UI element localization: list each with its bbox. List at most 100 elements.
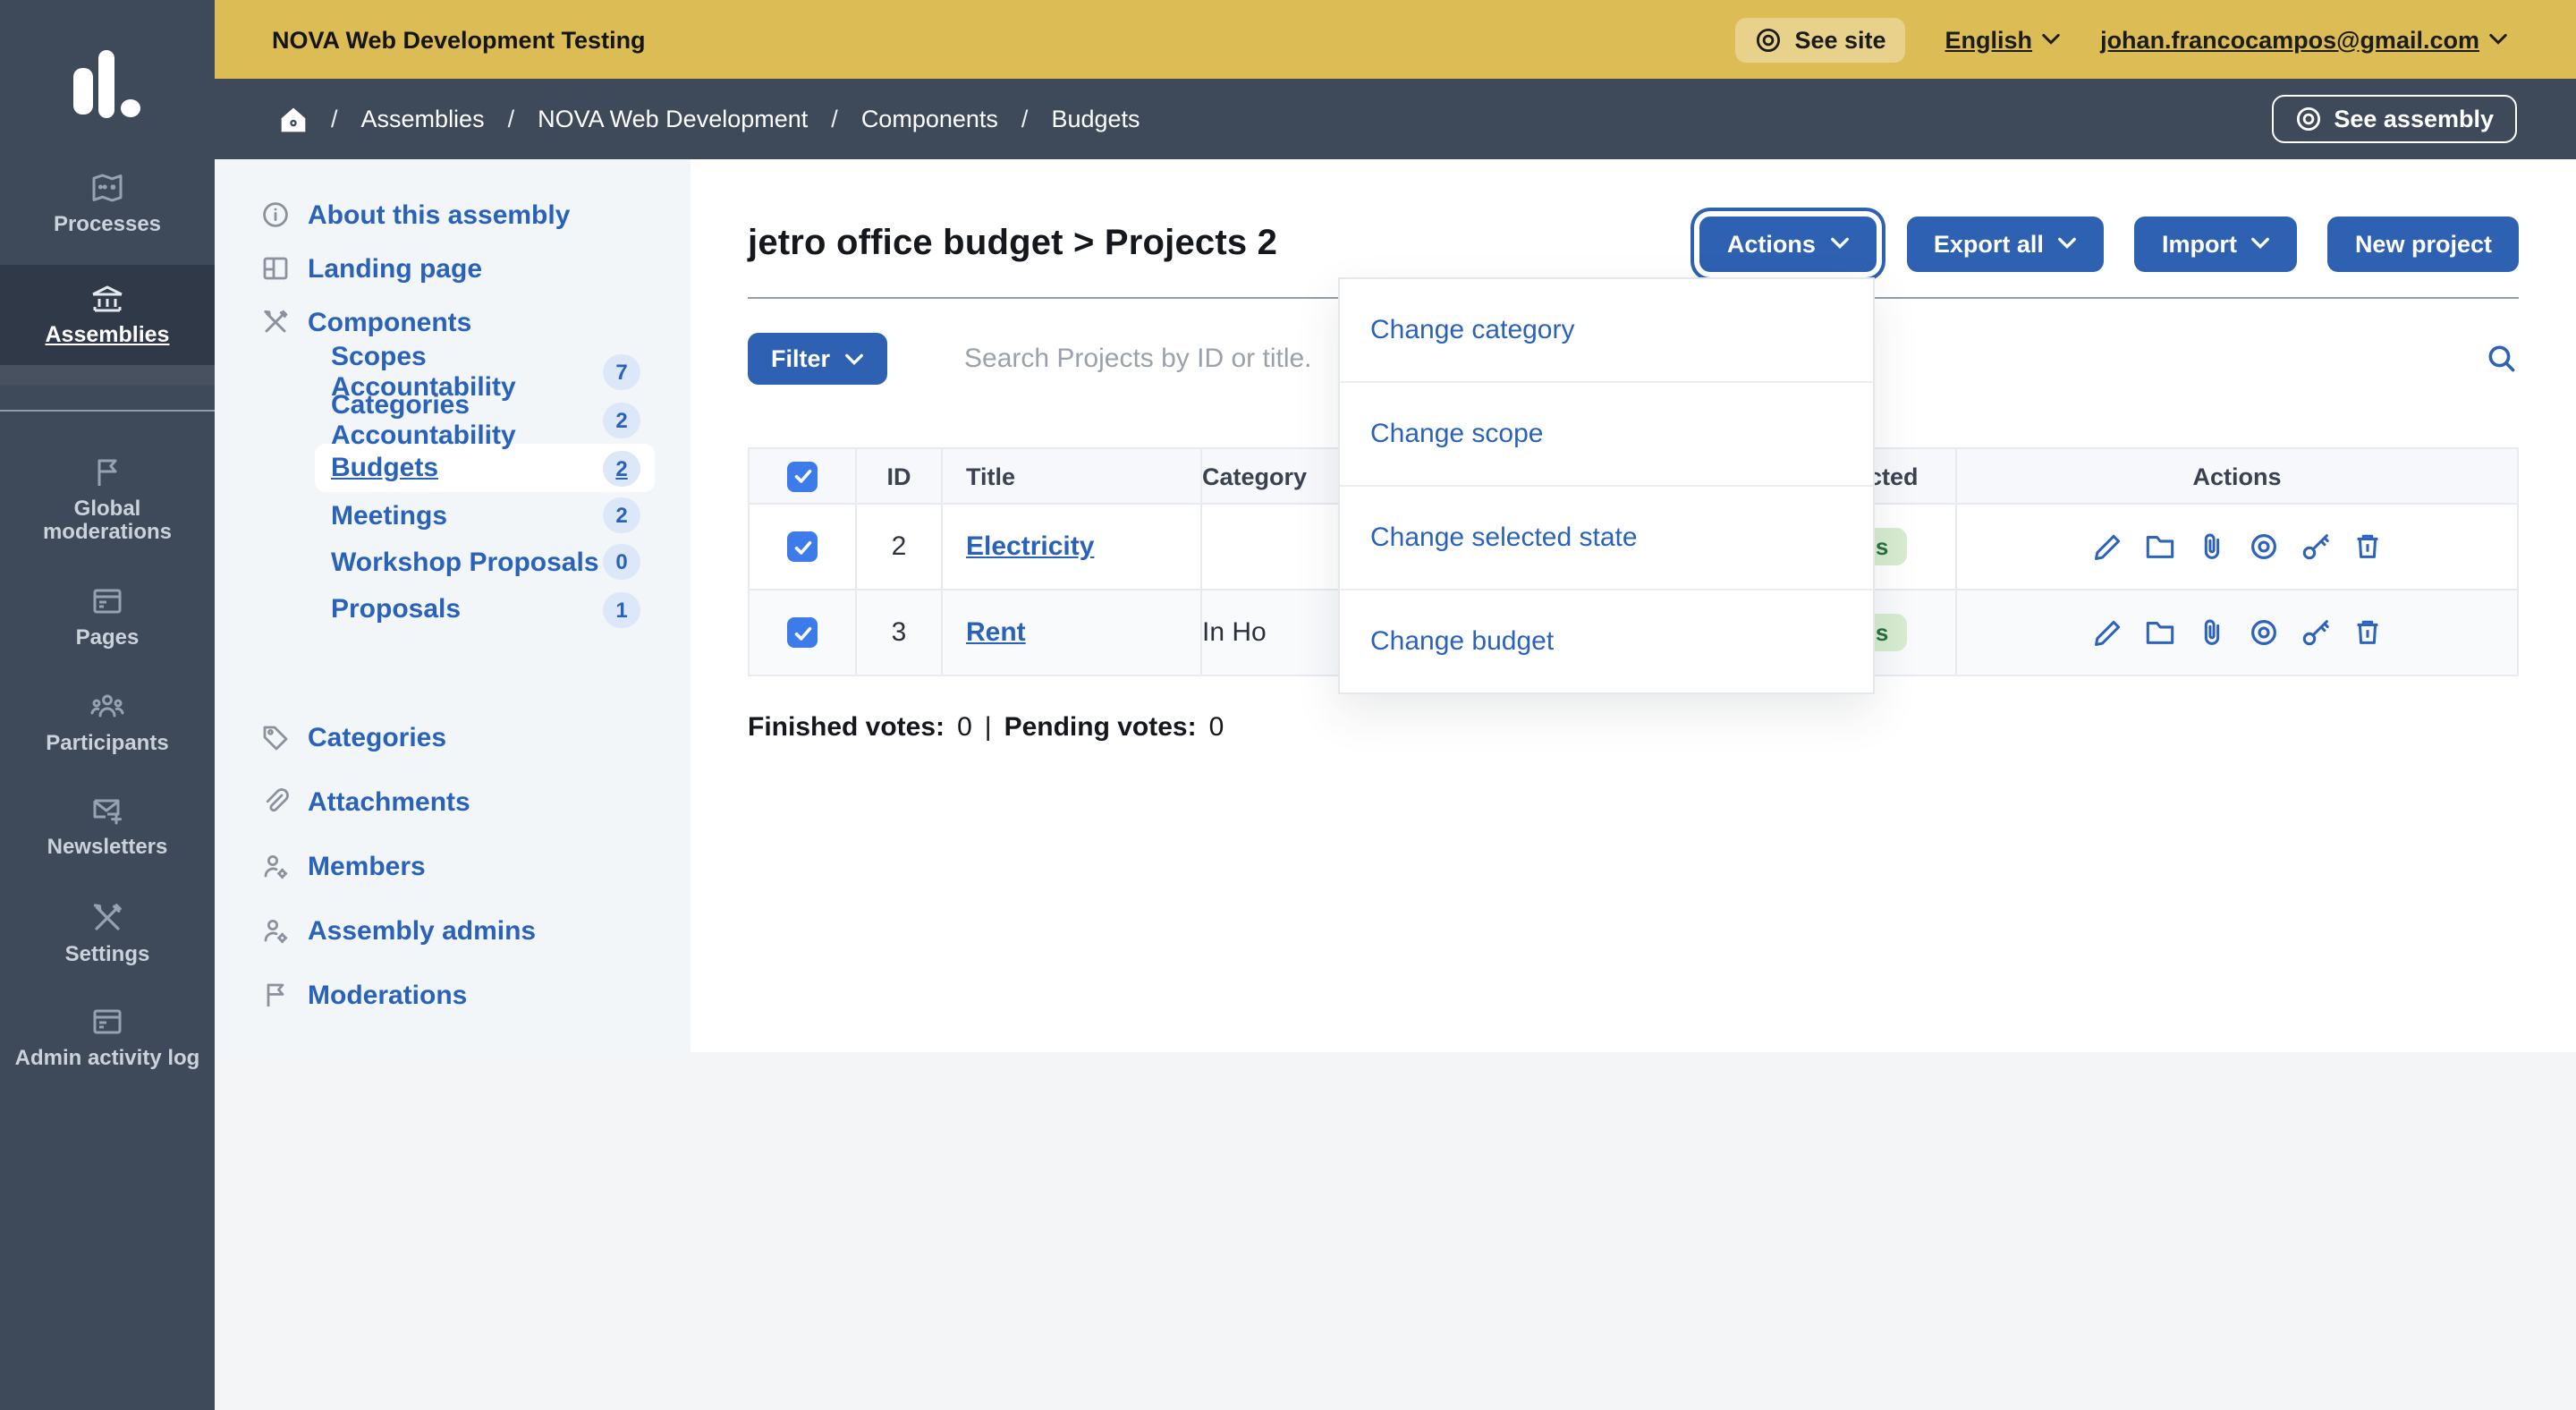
permissions-key-icon[interactable] — [2298, 530, 2332, 564]
edit-icon[interactable] — [2090, 616, 2124, 650]
count-badge: 2 — [603, 402, 640, 437]
votes-separator: | — [985, 712, 992, 743]
decidim-logo[interactable] — [72, 48, 143, 120]
menu-item-categories[interactable]: Categories — [215, 705, 691, 769]
sidebar-item-label: Newsletters — [47, 836, 168, 859]
page-title: jetro office budget > Projects 2 — [748, 223, 1277, 264]
menu-item-label: Meetings — [331, 500, 447, 531]
preview-icon[interactable] — [2246, 616, 2280, 650]
sidebar-item-label: Admin activity log — [15, 1047, 200, 1070]
count-badge: 1 — [603, 591, 640, 627]
import-button[interactable]: Import — [2135, 216, 2298, 271]
user-menu[interactable]: johan.francocampos@gmail.com — [2100, 26, 2508, 53]
paperclip-icon[interactable] — [2194, 616, 2228, 650]
search-icon[interactable] — [2485, 342, 2519, 376]
folder-icon[interactable] — [2142, 530, 2176, 564]
language-selector[interactable]: English — [1945, 26, 2062, 53]
user-email: johan.francocampos@gmail.com — [2100, 26, 2479, 53]
menu-item-about-assembly[interactable]: About this assembly — [215, 188, 691, 242]
select-all-checkbox[interactable] — [787, 461, 818, 491]
menu-item-components[interactable]: Components — [215, 295, 691, 349]
sidebar-item-assemblies[interactable]: Assemblies — [0, 265, 215, 365]
breadcrumb-item-assemblies[interactable]: Assemblies — [361, 106, 485, 132]
sidebar-divider — [0, 410, 215, 412]
menu-item-label: Budgets — [331, 453, 438, 483]
menu-item-change-category[interactable]: Change category — [1340, 279, 1873, 381]
tag-icon — [261, 723, 290, 752]
toolbar: Actions Export all Import New project — [1700, 216, 2519, 271]
menu-item-label: Proposals — [331, 594, 461, 624]
folder-icon[interactable] — [2142, 616, 2176, 650]
permissions-key-icon[interactable] — [2298, 616, 2332, 650]
delete-icon[interactable] — [2350, 530, 2384, 564]
menu-item-label: Components — [308, 307, 471, 337]
menu-item-meetings[interactable]: Meetings 2 — [215, 492, 691, 539]
menu-item-proposals[interactable]: Proposals 1 — [215, 585, 691, 633]
layout-icon — [261, 254, 290, 283]
filter-button[interactable]: Filter — [748, 333, 887, 385]
chevron-down-icon — [2488, 32, 2508, 47]
breadcrumb-separator: / — [1021, 106, 1029, 132]
chevron-down-icon — [844, 352, 864, 366]
sidebar: Processes Assemblies Global moderations — [0, 0, 215, 1410]
export-all-button[interactable]: Export all — [1907, 216, 2105, 271]
tools-icon — [261, 308, 290, 336]
edit-icon[interactable] — [2090, 530, 2124, 564]
menu-item-change-budget[interactable]: Change budget — [1340, 589, 1873, 692]
menu-item-change-selected-state[interactable]: Change selected state — [1340, 485, 1873, 589]
menu-item-moderations[interactable]: Moderations — [215, 963, 691, 1027]
see-assembly-label: See assembly — [2334, 106, 2494, 132]
paperclip-icon[interactable] — [2194, 530, 2228, 564]
breadcrumb-item-components[interactable]: Components — [861, 106, 998, 132]
menu-item-label: Categories — [308, 722, 446, 752]
breadcrumb: / Assemblies / NOVA Web Development / Co… — [215, 79, 2576, 159]
breadcrumb-item-budgets[interactable]: Budgets — [1051, 106, 1140, 132]
menu-item-members[interactable]: Members — [215, 834, 691, 898]
actions-button[interactable]: Actions — [1700, 216, 1877, 271]
chevron-down-icon — [2041, 32, 2061, 47]
new-project-button[interactable]: New project — [2328, 216, 2519, 271]
chevron-down-icon — [1830, 236, 1850, 251]
menu-item-change-scope[interactable]: Change scope — [1340, 381, 1873, 485]
person-gear-icon — [261, 852, 290, 880]
sidebar-item-admin-activity-log[interactable]: Admin activity log — [0, 1004, 215, 1070]
sidebar-item-pages[interactable]: Pages — [0, 583, 215, 650]
new-project-label: New project — [2355, 230, 2492, 257]
project-title-link[interactable]: Rent — [966, 617, 1026, 648]
sidebar-item-participants[interactable]: Participants — [0, 689, 215, 755]
menu-item-budgets[interactable]: Budgets 2 — [315, 444, 655, 492]
tools-icon — [88, 900, 127, 936]
menu-item-assembly-admins[interactable]: Assembly admins — [215, 898, 691, 963]
row-checkbox[interactable] — [787, 618, 818, 649]
project-id: 3 — [856, 590, 942, 675]
check-icon — [792, 537, 813, 558]
menu-item-categories-accountability[interactable]: Categories Accountability 2 — [215, 395, 691, 444]
paperclip-icon — [261, 787, 290, 816]
preview-icon[interactable] — [2246, 530, 2280, 564]
sidebar-item-settings[interactable]: Settings — [0, 900, 215, 966]
menu-item-label: Landing page — [308, 253, 482, 284]
flag-icon — [261, 981, 290, 1009]
delete-icon[interactable] — [2350, 616, 2384, 650]
logo-mark — [72, 48, 143, 120]
check-icon — [792, 465, 813, 487]
sidebar-item-label: Global moderations — [7, 497, 208, 544]
breadcrumb-item-assembly[interactable]: NOVA Web Development — [538, 106, 808, 132]
project-title-link[interactable]: Electricity — [966, 531, 1094, 562]
see-assembly-button[interactable]: See assembly — [2271, 95, 2517, 143]
see-site-button[interactable]: See site — [1735, 17, 1905, 62]
menu-item-label: Assembly admins — [308, 915, 536, 946]
check-icon — [792, 623, 813, 644]
menu-item-landing-page[interactable]: Landing page — [215, 242, 691, 295]
sidebar-item-global-moderations[interactable]: Global moderations — [0, 454, 215, 544]
import-label: Import — [2162, 230, 2237, 257]
row-checkbox[interactable] — [787, 532, 818, 563]
sidebar-item-processes[interactable]: Processes — [0, 170, 215, 236]
menu-item-attachments[interactable]: Attachments — [215, 769, 691, 834]
home-icon[interactable] — [279, 105, 308, 133]
flag-icon — [88, 454, 127, 490]
menu-item-workshop-proposals[interactable]: Workshop Proposals 0 — [215, 539, 691, 585]
count-badge: 7 — [603, 354, 640, 390]
info-icon — [261, 200, 290, 229]
sidebar-item-newsletters[interactable]: Newsletters — [0, 793, 215, 859]
